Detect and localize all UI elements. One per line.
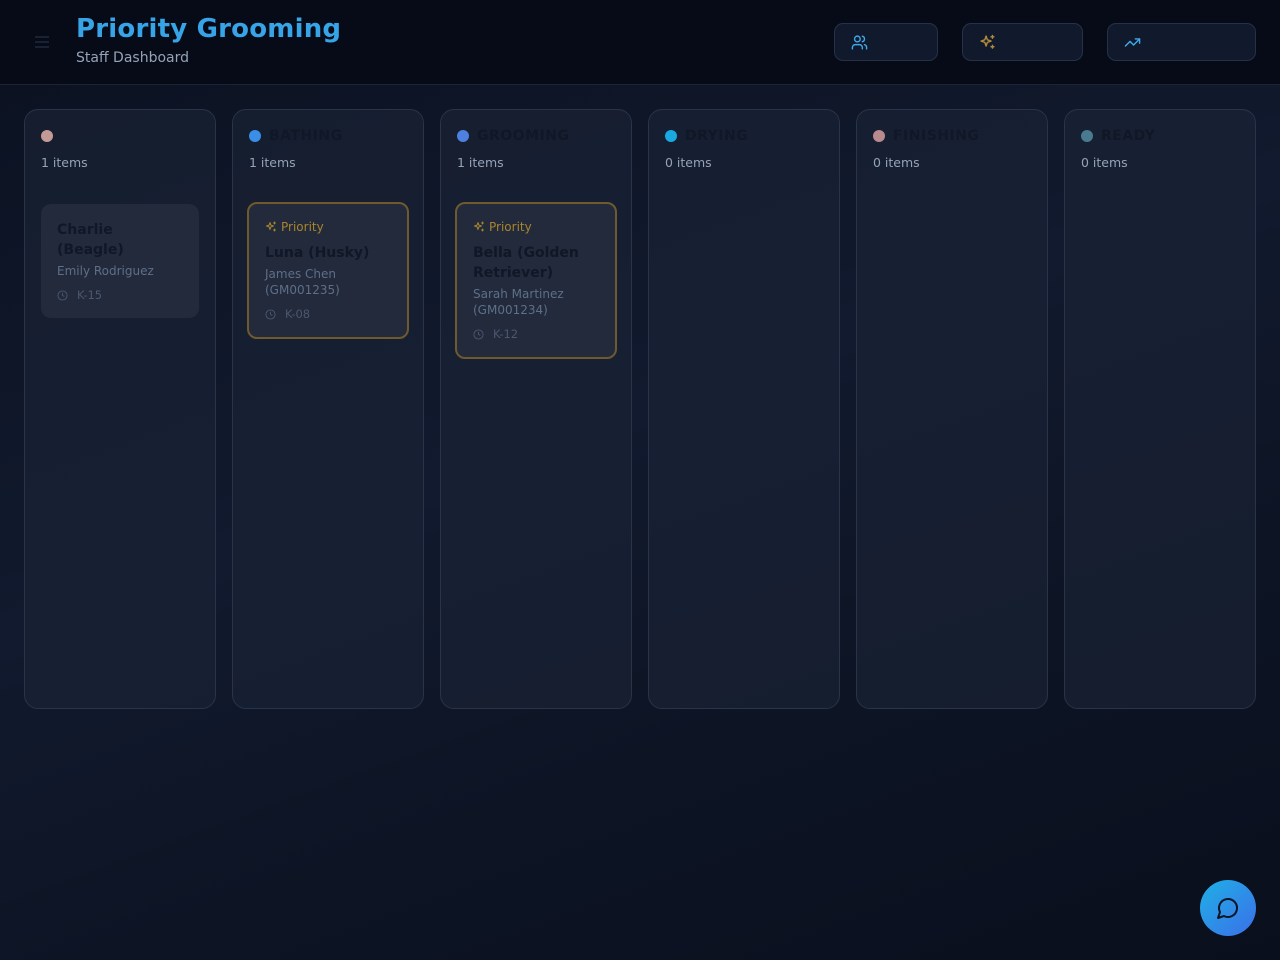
column-title: BATHING xyxy=(269,128,343,144)
column-bathing: BATHING 1 items Priority Luna (Husky) Ja… xyxy=(232,109,424,709)
kennel-number: K-08 xyxy=(285,307,311,321)
app-header: Priority Grooming Staff Dashboard xyxy=(0,0,1280,85)
status-dot xyxy=(249,130,261,142)
users-icon xyxy=(851,34,868,50)
status-dot xyxy=(665,130,677,142)
column-drying: DRYING 0 items xyxy=(648,109,840,709)
analytics-button[interactable] xyxy=(1107,23,1256,61)
status-dot xyxy=(41,130,53,142)
column-title: READY xyxy=(1101,128,1156,144)
chat-bubble-icon xyxy=(1217,898,1238,919)
column-title: GROOMING xyxy=(477,128,570,144)
column-count: 1 items xyxy=(249,155,296,170)
chat-button[interactable] xyxy=(1200,880,1256,936)
trending-up-icon xyxy=(1124,37,1141,47)
priority-badge: Priority xyxy=(281,220,324,234)
app-title: Priority Grooming xyxy=(76,14,342,44)
owner-name: Sarah Martinez (GM001234) xyxy=(473,287,564,317)
pet-name: Bella (Golden Retriever) xyxy=(473,245,579,281)
column-finishing: FINISHING 0 items xyxy=(856,109,1048,709)
app-subtitle: Staff Dashboard xyxy=(76,50,190,66)
column-title: DRYING xyxy=(685,128,749,144)
clock-icon xyxy=(57,289,68,301)
kennel-number: K-15 xyxy=(77,288,103,302)
sparkles-icon xyxy=(474,221,484,232)
kennel-number: K-12 xyxy=(493,327,519,341)
staff-button[interactable] xyxy=(834,23,938,61)
pet-card[interactable]: Charlie (Beagle) Emily Rodriguez K-15 xyxy=(41,204,199,318)
pet-card[interactable]: Priority Bella (Golden Retriever) Sarah … xyxy=(455,202,617,359)
column-title: FINISHING xyxy=(893,128,980,144)
menu-icon[interactable] xyxy=(34,34,50,50)
owner-name: Emily Rodriguez xyxy=(57,264,154,278)
status-dot xyxy=(457,130,469,142)
column-count: 1 items xyxy=(41,155,88,170)
owner-name: James Chen (GM001235) xyxy=(265,267,340,297)
priority-mode-button[interactable] xyxy=(962,23,1083,61)
priority-badge: Priority xyxy=(489,220,532,234)
pet-card[interactable]: Priority Luna (Husky) James Chen (GM0012… xyxy=(247,202,409,339)
column-count: 0 items xyxy=(665,155,712,170)
clock-icon xyxy=(473,328,484,340)
sparkles-icon xyxy=(980,34,995,49)
sparkles-icon xyxy=(266,221,276,232)
status-dot xyxy=(873,130,885,142)
column-ready: READY 0 items xyxy=(1064,109,1256,709)
column-grooming: GROOMING 1 items Priority Bella (Golden … xyxy=(440,109,632,709)
column-check-in: 1 items Charlie (Beagle) Emily Rodriguez… xyxy=(24,109,216,709)
status-dot xyxy=(1081,130,1093,142)
column-count: 0 items xyxy=(1081,155,1128,170)
pet-name: Charlie (Beagle) xyxy=(57,222,124,258)
column-count: 0 items xyxy=(873,155,920,170)
column-count: 1 items xyxy=(457,155,504,170)
pet-name: Luna (Husky) xyxy=(265,245,370,261)
clock-icon xyxy=(265,308,276,320)
